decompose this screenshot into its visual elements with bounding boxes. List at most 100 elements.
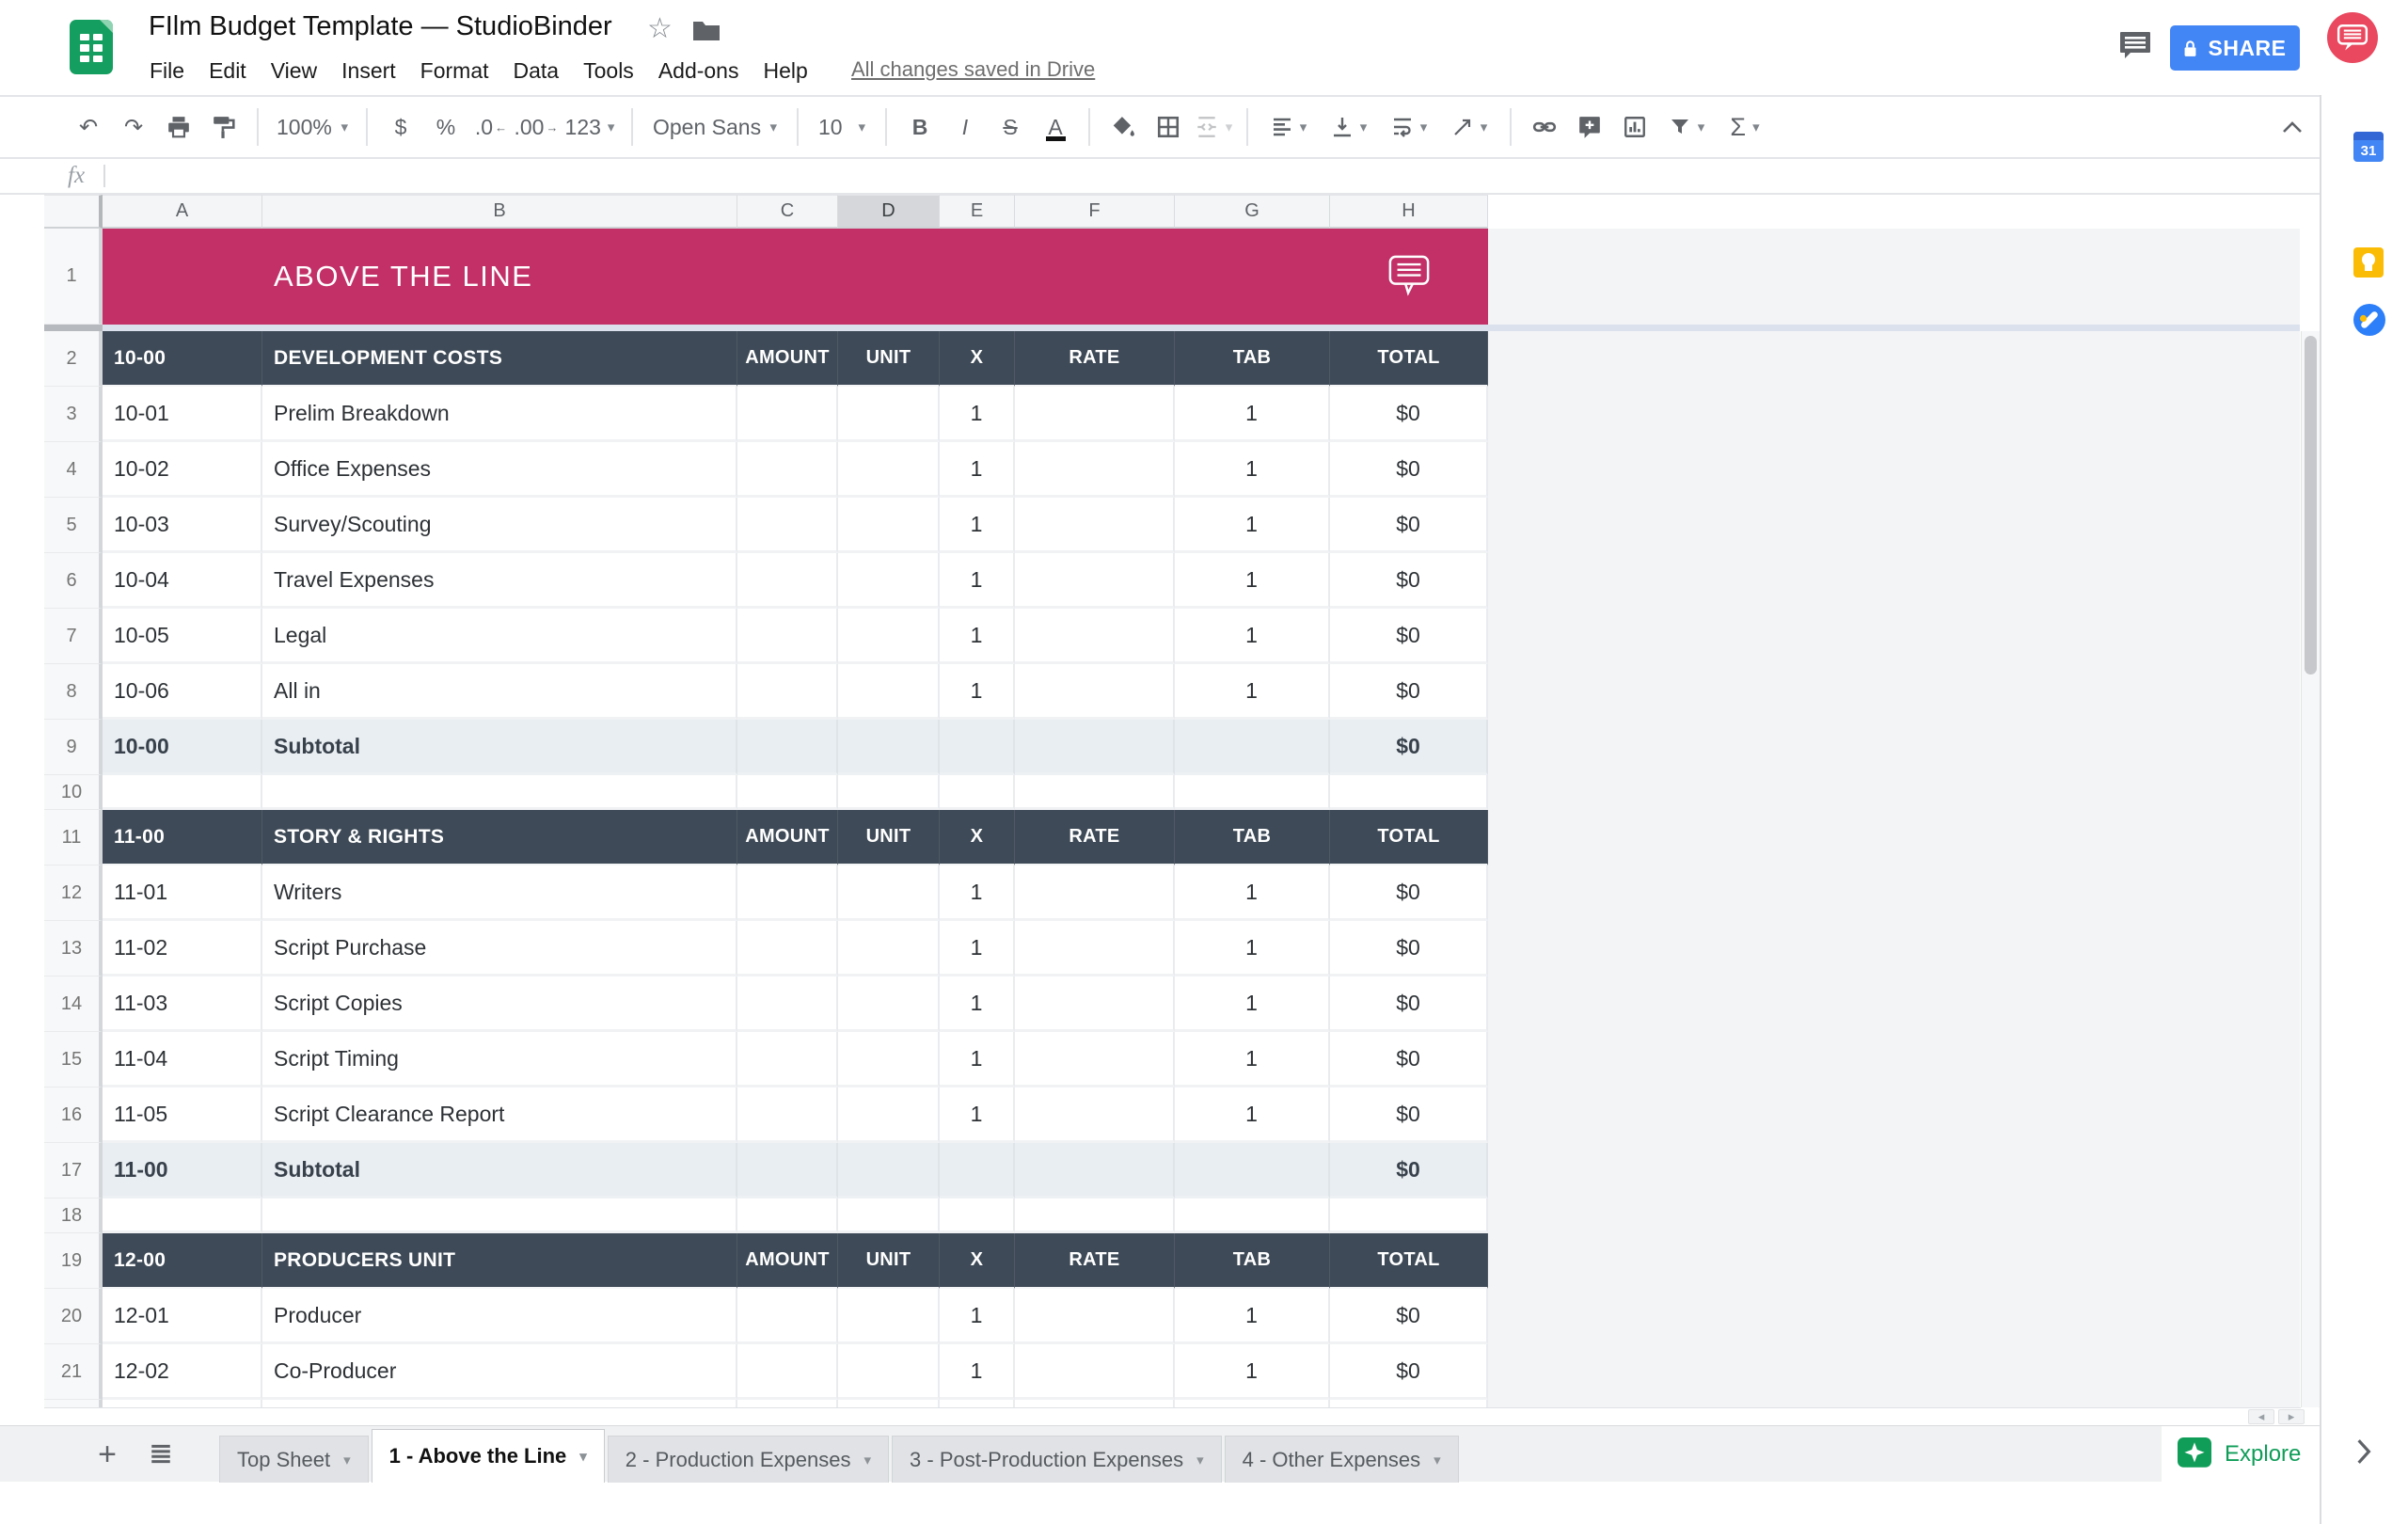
cell-B17[interactable]: Subtotal xyxy=(262,1143,737,1199)
insert-chart-button[interactable] xyxy=(1612,105,1657,149)
cell-E14[interactable]: 1 xyxy=(940,976,1015,1032)
expand-sidebar-chevron[interactable] xyxy=(2355,1437,2372,1470)
cell-B20[interactable]: Producer xyxy=(262,1289,737,1344)
undo-button[interactable]: ↶ xyxy=(66,105,111,149)
cell-C8[interactable] xyxy=(737,664,838,720)
cell-A14[interactable]: 11-03 xyxy=(103,976,262,1032)
chevron-down-icon[interactable]: ▾ xyxy=(1196,1452,1204,1468)
format-percent-button[interactable]: % xyxy=(423,105,468,149)
font-size-select[interactable]: 10▾ xyxy=(809,105,875,149)
cell-B13[interactable]: Script Purchase xyxy=(262,921,737,976)
insert-link-button[interactable] xyxy=(1522,105,1567,149)
cell-D10[interactable] xyxy=(838,775,940,810)
cell-D12[interactable] xyxy=(838,865,940,921)
row-header-19[interactable]: 19 xyxy=(44,1233,103,1289)
cell-F20[interactable] xyxy=(1015,1289,1175,1344)
cell-H10[interactable] xyxy=(1330,775,1488,810)
menu-help[interactable]: Help xyxy=(751,53,819,89)
chevron-down-icon[interactable]: ▾ xyxy=(343,1452,351,1468)
cell-A19[interactable]: 12-00 xyxy=(103,1233,262,1289)
cell-H6[interactable]: $0 xyxy=(1330,553,1488,609)
cell-F17[interactable] xyxy=(1015,1143,1175,1199)
cell-H4[interactable]: $0 xyxy=(1330,442,1488,498)
cell-A1[interactable]: ABOVE THE LINE xyxy=(103,229,1488,325)
menu-add-ons[interactable]: Add-ons xyxy=(646,53,752,89)
cell-F21[interactable] xyxy=(1015,1344,1175,1400)
cell-F8[interactable] xyxy=(1015,664,1175,720)
menu-data[interactable]: Data xyxy=(501,53,572,89)
cell-G8[interactable]: 1 xyxy=(1175,664,1330,720)
cell-D2[interactable]: UNIT xyxy=(838,331,940,387)
cell-C3[interactable] xyxy=(737,387,838,442)
cell-A17[interactable]: 11-00 xyxy=(103,1143,262,1199)
row-header-11[interactable]: 11 xyxy=(44,810,103,865)
cell-C4[interactable] xyxy=(737,442,838,498)
menu-edit[interactable]: Edit xyxy=(197,53,259,89)
cell-H11[interactable]: TOTAL xyxy=(1330,810,1488,865)
account-avatar[interactable] xyxy=(2327,12,2378,63)
add-sheet-button[interactable]: + xyxy=(88,1436,126,1473)
cell-A11[interactable]: 11-00 xyxy=(103,810,262,865)
cell-B4[interactable]: Office Expenses xyxy=(262,442,737,498)
zoom-select[interactable]: 100%▾ xyxy=(269,105,356,149)
cell-F19[interactable]: RATE xyxy=(1015,1233,1175,1289)
chevron-down-icon[interactable]: ▾ xyxy=(1434,1452,1441,1468)
cell-H15[interactable]: $0 xyxy=(1330,1032,1488,1087)
cell-F7[interactable] xyxy=(1015,609,1175,664)
menu-view[interactable]: View xyxy=(259,53,329,89)
italic-button[interactable]: I xyxy=(943,105,988,149)
cell-G20[interactable]: 1 xyxy=(1175,1289,1330,1344)
cell-E12[interactable]: 1 xyxy=(940,865,1015,921)
cell-D5[interactable] xyxy=(838,498,940,553)
sheet-tab-4-other-expenses[interactable]: 4 - Other Expenses▾ xyxy=(1225,1436,1459,1483)
cell-E19[interactable]: X xyxy=(940,1233,1015,1289)
cell-F13[interactable] xyxy=(1015,921,1175,976)
cell-F15[interactable] xyxy=(1015,1032,1175,1087)
more-formats-button[interactable]: 123▾ xyxy=(559,105,621,149)
cell-F10[interactable] xyxy=(1015,775,1175,810)
cell-D17[interactable] xyxy=(838,1143,940,1199)
cell-F16[interactable] xyxy=(1015,1087,1175,1143)
star-icon[interactable]: ☆ xyxy=(647,12,673,45)
row-header-21[interactable]: 21 xyxy=(44,1344,103,1400)
cell-C10[interactable] xyxy=(737,775,838,810)
move-folder-icon[interactable] xyxy=(692,19,721,46)
text-wrap-button[interactable]: ▾ xyxy=(1379,105,1439,149)
keep-icon[interactable] xyxy=(2353,247,2384,278)
cell-H21[interactable]: $0 xyxy=(1330,1344,1488,1400)
cell-E6[interactable]: 1 xyxy=(940,553,1015,609)
column-header-A[interactable]: A xyxy=(103,195,262,229)
hide-menus-button[interactable] xyxy=(2276,113,2308,141)
text-rotation-button[interactable]: ▾ xyxy=(1439,105,1499,149)
cell-D7[interactable] xyxy=(838,609,940,664)
cell-C13[interactable] xyxy=(737,921,838,976)
cell-B2[interactable]: DEVELOPMENT COSTS xyxy=(262,331,737,387)
comments-icon[interactable] xyxy=(2119,31,2151,64)
cell-H16[interactable]: $0 xyxy=(1330,1087,1488,1143)
cell-C9[interactable] xyxy=(737,720,838,775)
cell-D9[interactable] xyxy=(838,720,940,775)
paint-format-button[interactable] xyxy=(201,105,246,149)
cell-B10[interactable] xyxy=(262,775,737,810)
cell-E15[interactable]: 1 xyxy=(940,1032,1015,1087)
chevron-down-icon[interactable]: ▾ xyxy=(864,1452,872,1468)
menu-file[interactable]: File xyxy=(137,53,197,89)
cell-D19[interactable]: UNIT xyxy=(838,1233,940,1289)
calendar-icon[interactable]: 31 xyxy=(2353,132,2384,162)
insert-comment-button[interactable] xyxy=(1567,105,1612,149)
sheets-logo-icon[interactable] xyxy=(70,20,113,74)
cell-B7[interactable]: Legal xyxy=(262,609,737,664)
cell-D20[interactable] xyxy=(838,1289,940,1344)
cell-D21[interactable] xyxy=(838,1344,940,1400)
cell-A6[interactable]: 10-04 xyxy=(103,553,262,609)
print-button[interactable] xyxy=(156,105,201,149)
cell-D14[interactable] xyxy=(838,976,940,1032)
cell-H19[interactable]: TOTAL xyxy=(1330,1233,1488,1289)
cell-G7[interactable]: 1 xyxy=(1175,609,1330,664)
menu-insert[interactable]: Insert xyxy=(329,53,408,89)
cell-C16[interactable] xyxy=(737,1087,838,1143)
cell-G10[interactable] xyxy=(1175,775,1330,810)
cell-F11[interactable]: RATE xyxy=(1015,810,1175,865)
sheet-tab-2-production-expenses[interactable]: 2 - Production Expenses▾ xyxy=(608,1436,889,1483)
row-header-4[interactable]: 4 xyxy=(44,442,103,498)
